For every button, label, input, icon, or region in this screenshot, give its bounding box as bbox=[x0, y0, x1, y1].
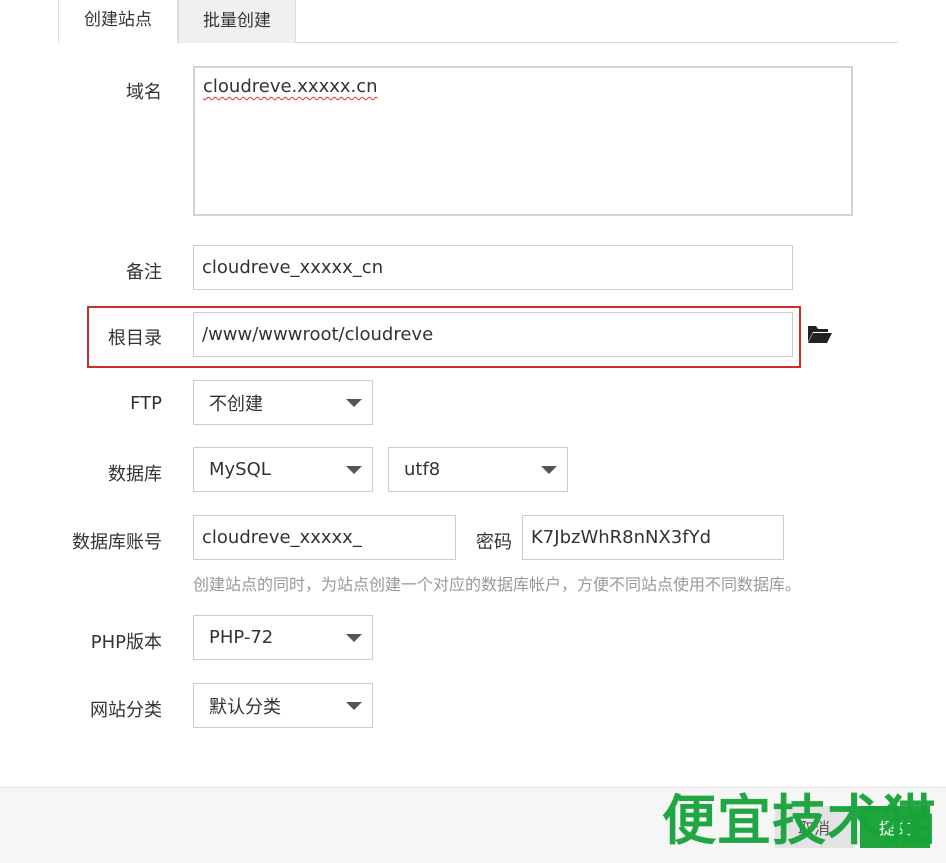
database-type-selected: MySQL bbox=[209, 459, 271, 480]
db-account-hint: 创建站点的同时，为站点创建一个对应的数据库帐户，方便不同站点使用不同数据库。 bbox=[193, 575, 802, 594]
php-selected: PHP-72 bbox=[209, 627, 274, 648]
php-label: PHP版本 bbox=[90, 632, 162, 653]
tab-batch-create[interactable]: 批量创建 bbox=[178, 0, 296, 43]
watermark-text: 便宜技术猫 bbox=[662, 789, 937, 852]
domain-label: 域名 bbox=[126, 82, 162, 103]
category-label: 网站分类 bbox=[90, 700, 162, 721]
database-charset-selected: utf8 bbox=[404, 459, 441, 480]
root-dir-input[interactable]: /www/wwwroot/cloudreve bbox=[193, 312, 793, 357]
db-password-input[interactable]: K7JbzWhR8nNX3fYd bbox=[522, 515, 784, 560]
remark-label: 备注 bbox=[126, 262, 162, 283]
tab-create-site[interactable]: 创建站点 bbox=[58, 0, 178, 43]
php-select[interactable]: PHP-72 bbox=[193, 615, 373, 660]
password-label: 密码 bbox=[476, 532, 512, 553]
chevron-down-icon bbox=[346, 633, 362, 642]
folder-open-icon[interactable] bbox=[807, 323, 833, 345]
chevron-down-icon bbox=[346, 465, 362, 474]
root-dir-label: 根目录 bbox=[108, 328, 162, 349]
domain-value: cloudreve.xxxxx.cn bbox=[203, 76, 378, 97]
ftp-label: FTP bbox=[130, 393, 162, 414]
db-username-input[interactable]: cloudreve_xxxxx_ bbox=[193, 515, 456, 560]
category-selected: 默认分类 bbox=[209, 696, 281, 718]
ftp-selected: 不创建 bbox=[209, 393, 263, 415]
remark-input[interactable]: cloudreve_xxxxx_cn bbox=[193, 245, 793, 290]
database-label: 数据库 bbox=[108, 464, 162, 485]
domain-textarea[interactable]: cloudreve.xxxxx.cn bbox=[193, 66, 853, 216]
db-account-label: 数据库账号 bbox=[72, 532, 162, 553]
database-charset-select[interactable]: utf8 bbox=[388, 447, 568, 492]
chevron-down-icon bbox=[346, 701, 362, 710]
database-type-select[interactable]: MySQL bbox=[193, 447, 373, 492]
chevron-down-icon bbox=[541, 465, 557, 474]
ftp-select[interactable]: 不创建 bbox=[193, 380, 373, 425]
chevron-down-icon bbox=[346, 398, 362, 407]
category-select[interactable]: 默认分类 bbox=[193, 683, 373, 728]
